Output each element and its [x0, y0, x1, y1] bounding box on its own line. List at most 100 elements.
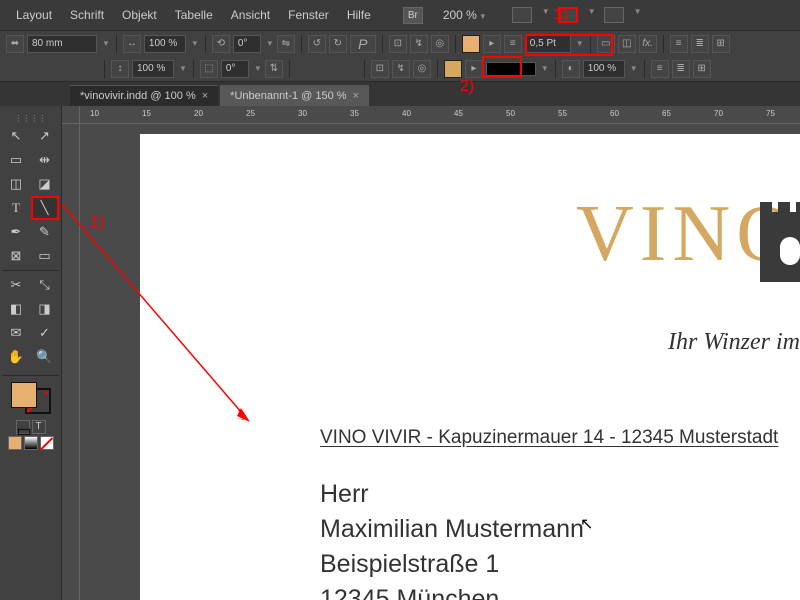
page-tool[interactable]: ▭ [2, 148, 30, 172]
line-tool[interactable]: ╲ [31, 196, 59, 220]
type-tool[interactable]: T [2, 196, 30, 220]
flow2-icon[interactable]: ↯ [392, 60, 410, 78]
scale-x-icon[interactable]: ↔ [123, 35, 141, 53]
dropdown-icon[interactable]: ▼ [588, 7, 596, 23]
shear-field[interactable]: 0° [221, 60, 249, 78]
color-mode-icon[interactable] [8, 436, 22, 450]
dropdown-icon[interactable]: ▼ [179, 64, 187, 73]
paragraph-icon[interactable]: P [350, 35, 376, 53]
play-icon[interactable]: ▸ [483, 35, 501, 53]
flow-icon[interactable]: ↯ [410, 35, 428, 53]
zoom-tool[interactable]: 🔍 [31, 345, 59, 369]
scale-y-icon[interactable]: ↕ [111, 60, 129, 78]
document-page: VINO Ihr Winzer im VINO VIVIR - Kapuzine… [140, 134, 800, 600]
dropdown-icon[interactable]: ▼ [542, 7, 550, 23]
flip-v-icon[interactable]: ⇅ [265, 60, 283, 78]
ruler-origin[interactable] [62, 106, 80, 124]
fx-icon[interactable]: fx. [639, 35, 657, 53]
zoom-level[interactable]: 200 %▼ [435, 6, 495, 24]
document-tab[interactable]: *Unbenannt-1 @ 150 % × [220, 85, 369, 106]
align2-icon[interactable]: ≣ [691, 35, 709, 53]
dropdown-icon[interactable]: ▼ [254, 64, 262, 73]
menu-tabelle[interactable]: Tabelle [167, 4, 221, 26]
dropdown-icon[interactable]: ▼ [634, 7, 642, 23]
screen-mode-icon[interactable] [512, 7, 532, 23]
size-field[interactable]: 80 mm [27, 35, 97, 53]
menu-objekt[interactable]: Objekt [114, 4, 165, 26]
rotate-ccw-icon[interactable]: ↺ [308, 35, 326, 53]
close-icon[interactable]: × [202, 90, 208, 102]
dist2-icon[interactable]: ≣ [672, 60, 690, 78]
target2-icon[interactable]: ◎ [413, 60, 431, 78]
shear-icon[interactable]: ⬚ [200, 60, 218, 78]
dropdown-icon[interactable]: ▼ [541, 64, 549, 73]
selection-tool[interactable]: ↖ [2, 124, 30, 148]
rotate-icon[interactable]: ⟲ [212, 35, 230, 53]
align-icon[interactable]: ≡ [670, 35, 688, 53]
stroke-weight-icon[interactable]: ≡ [504, 35, 522, 53]
direct-selection-tool[interactable]: ↗ [31, 124, 59, 148]
note-tool[interactable]: ✉ [2, 321, 30, 345]
menu-hilfe[interactable]: Hilfe [339, 4, 379, 26]
gradient-feather-tool[interactable]: ◨ [31, 297, 59, 321]
arrange-icon[interactable] [558, 7, 578, 23]
stroke-style-swatch[interactable] [486, 62, 536, 76]
apply-text-icon[interactable]: T [32, 420, 46, 434]
dropdown-icon[interactable]: ▼ [191, 39, 199, 48]
pencil-tool[interactable]: ✎ [31, 220, 59, 244]
hand-tool[interactable]: ✋ [2, 345, 30, 369]
gradient-swatch-tool[interactable]: ◧ [2, 297, 30, 321]
rotate-field[interactable]: 0° [233, 35, 261, 53]
frame-fit2-icon[interactable]: ⊞ [693, 60, 711, 78]
menu-ansicht[interactable]: Ansicht [223, 4, 278, 26]
fill-proxy[interactable] [11, 382, 37, 408]
tab-bar: *vinovivir.indd @ 100 % × *Unbenannt-1 @… [0, 82, 800, 106]
gradient-mode-icon[interactable] [24, 436, 38, 450]
corners-icon[interactable]: ◫ [618, 35, 636, 53]
panel-handle[interactable]: ⋮⋮⋮⋮ [0, 114, 61, 122]
opacity-field[interactable]: 100 % [583, 60, 625, 78]
rectangle-frame-tool[interactable]: ⊠ [2, 244, 30, 268]
bridge-icon[interactable]: Br [403, 7, 423, 24]
content-collector-tool[interactable]: ◫ [2, 172, 30, 196]
horizontal-ruler[interactable]: 1015202530354045505560657075 [80, 106, 800, 124]
target-icon[interactable]: ◎ [431, 35, 449, 53]
dropdown-icon[interactable]: ▼ [102, 39, 110, 48]
gap-tool[interactable]: ⇹ [31, 148, 59, 172]
frame-fit-icon[interactable]: ⊞ [712, 35, 730, 53]
rotate-cw-icon[interactable]: ↻ [329, 35, 347, 53]
eyedropper-tool[interactable]: ✓ [31, 321, 59, 345]
play-icon[interactable]: ▸ [465, 60, 483, 78]
apply-container-icon[interactable]: ▭ [16, 420, 30, 434]
document-tab[interactable]: *vinovivir.indd @ 100 % × [70, 85, 218, 106]
dropdown-icon[interactable]: ▼ [630, 64, 638, 73]
vertical-ruler[interactable] [62, 124, 80, 600]
menu-fenster[interactable]: Fenster [280, 4, 337, 26]
scissors-tool[interactable]: ✂ [2, 273, 30, 297]
workspace-icon[interactable] [604, 7, 624, 23]
fill-color-swatch[interactable] [462, 35, 480, 53]
dropdown-icon[interactable]: ▼ [266, 39, 274, 48]
link-icon[interactable]: ⬌ [6, 35, 24, 53]
opacity-icon[interactable]: ◐ [562, 60, 580, 78]
close-icon[interactable]: × [353, 90, 359, 102]
stroke-weight-field[interactable]: 0,5 Pt [525, 35, 571, 53]
menu-layout[interactable]: Layout [8, 4, 60, 26]
pen-tool[interactable]: ✒ [2, 220, 30, 244]
flip-h-icon[interactable]: ⇋ [277, 35, 295, 53]
rectangle-tool[interactable]: ▭ [31, 244, 59, 268]
dropdown-icon[interactable]: ▼ [576, 39, 584, 48]
none-mode-icon[interactable] [40, 436, 54, 450]
free-transform-tool[interactable]: ⤡ [31, 273, 59, 297]
content-placer-tool[interactable]: ◪ [31, 172, 59, 196]
effects-icon[interactable]: ▭ [597, 35, 615, 53]
anchor2-icon[interactable]: ⊡ [371, 60, 389, 78]
dist-icon[interactable]: ≡ [651, 60, 669, 78]
canvas-area[interactable]: 1015202530354045505560657075 VINO Ihr Wi… [62, 106, 800, 600]
stroke-color-swatch[interactable] [444, 60, 462, 78]
menu-schrift[interactable]: Schrift [62, 4, 112, 26]
fill-stroke-proxy[interactable] [11, 382, 51, 414]
anchor-icon[interactable]: ⊡ [389, 35, 407, 53]
scale-x-field[interactable]: 100 % [144, 35, 186, 53]
scale-y-field[interactable]: 100 % [132, 60, 174, 78]
